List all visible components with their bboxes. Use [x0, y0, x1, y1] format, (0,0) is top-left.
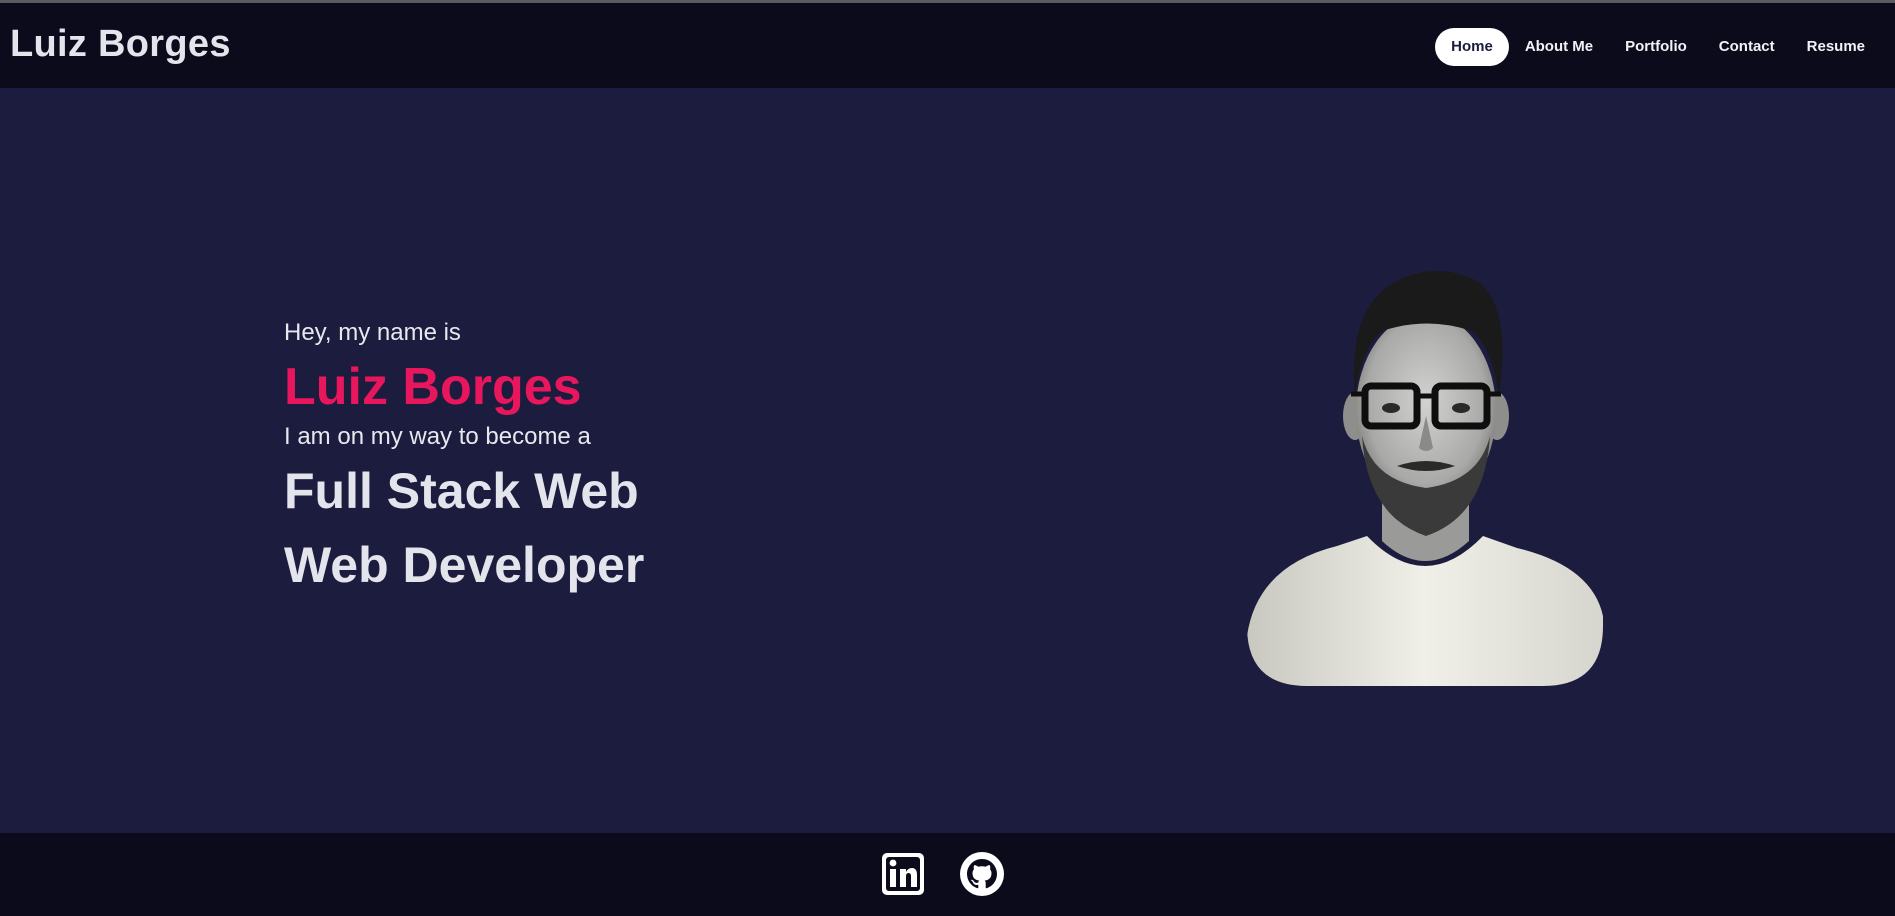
- nav-home[interactable]: Home: [1435, 28, 1509, 66]
- hero-intro: Hey, my name is Luiz Borges I am on my w…: [284, 318, 644, 600]
- linkedin-icon[interactable]: [880, 851, 926, 897]
- hero-role-line-2: Web Developer: [284, 537, 645, 593]
- github-icon[interactable]: [959, 851, 1005, 897]
- hero-name: Luiz Borges: [284, 358, 582, 416]
- hero-role-line-1: Full Stack Web: [284, 463, 639, 519]
- nav-about-me[interactable]: About Me: [1509, 28, 1609, 66]
- hero-greeting: Hey, my name is: [284, 319, 461, 346]
- site-footer: [0, 833, 1895, 916]
- nav-portfolio[interactable]: Portfolio: [1609, 28, 1703, 66]
- site-brand[interactable]: Luiz Borges: [10, 23, 231, 66]
- hero-subtitle: I am on my way to become a: [284, 423, 591, 450]
- nav-contact[interactable]: Contact: [1703, 28, 1791, 66]
- hero-section: Hey, my name is Luiz Borges I am on my w…: [0, 88, 1895, 833]
- main-nav: Home About Me Portfolio Contact Resume: [1435, 28, 1881, 66]
- profile-photo: [1247, 271, 1603, 686]
- site-header: Luiz Borges Home About Me Portfolio Cont…: [0, 3, 1895, 88]
- nav-resume[interactable]: Resume: [1791, 28, 1881, 66]
